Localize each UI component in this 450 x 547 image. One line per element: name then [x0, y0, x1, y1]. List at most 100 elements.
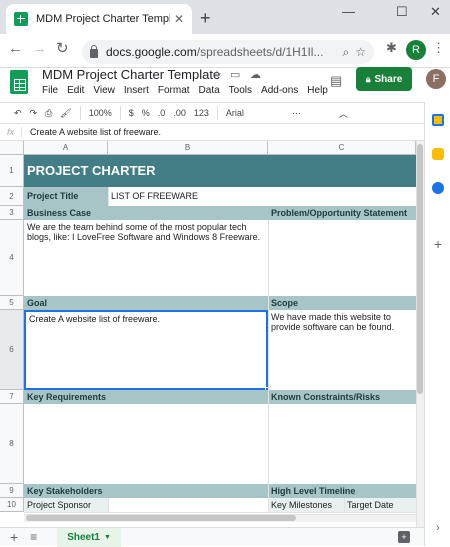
expand-panel-icon[interactable]: › — [436, 522, 440, 534]
more-icon[interactable]: ⋯ — [292, 108, 301, 119]
reload-icon[interactable]: ↻ — [56, 39, 69, 57]
zoom-icon[interactable]: ⌕ — [343, 45, 350, 60]
column-header-b[interactable]: B — [108, 141, 268, 155]
sheets-logo-icon[interactable] — [10, 70, 28, 94]
menu-tools[interactable]: Tools — [229, 85, 252, 96]
tasks-icon[interactable] — [432, 182, 444, 194]
zoom-select[interactable]: 100% — [89, 108, 112, 118]
paint-format-icon[interactable]: 🖌︎ — [60, 108, 71, 119]
horizontal-scroll-thumb[interactable] — [26, 515, 296, 521]
document-title[interactable]: MDM Project Charter Template — [42, 67, 220, 82]
explore-icon[interactable]: + — [398, 531, 410, 543]
row-header-2[interactable]: 2 — [0, 187, 24, 206]
font-select[interactable]: Arial — [226, 108, 244, 118]
url-text: docs.google.com/spreadsheets/d/1H1Il... — [106, 45, 324, 59]
row-header-10[interactable]: 10 — [0, 498, 24, 512]
cell-project-title-value[interactable]: LIST OF FREEWARE — [108, 187, 416, 206]
formula-bar[interactable]: fx Create A website list of freeware. — [0, 124, 424, 141]
row-header-6[interactable]: 6 — [0, 310, 24, 390]
forward-icon[interactable]: → — [32, 40, 47, 57]
user-avatar[interactable]: F — [426, 69, 446, 89]
cell-constraints-text[interactable] — [268, 404, 416, 484]
side-panel — [424, 102, 450, 546]
cell-project-sponsor[interactable]: Project Sponsor — [24, 498, 108, 512]
all-sheets-icon[interactable]: ≡ — [30, 530, 37, 544]
collapse-chevron-icon[interactable]: ︿ — [339, 107, 348, 120]
new-tab-button[interactable]: + — [200, 8, 211, 29]
add-sheet-icon[interactable]: + — [10, 529, 18, 545]
window-close-icon[interactable]: ✕ — [430, 4, 441, 20]
share-button[interactable]: 🔒︎ Share — [356, 67, 412, 91]
chrome-menu-icon[interactable]: ⋮ — [432, 40, 445, 56]
redo-icon[interactable]: ↷ — [30, 108, 38, 119]
menu-view[interactable]: View — [93, 85, 115, 96]
calendar-icon[interactable] — [432, 114, 444, 126]
cell-scope-text[interactable]: We have made this website to provide sof… — [268, 310, 416, 390]
row-header-8[interactable]: 8 — [0, 404, 24, 484]
cell-problem-statement-header[interactable]: Problem/Opportunity Statement — [268, 206, 416, 220]
menu-format[interactable]: Format — [158, 85, 190, 96]
add-addon-icon[interactable]: + — [434, 236, 442, 252]
row-header-7[interactable]: 7 — [0, 390, 24, 404]
url-omnibox[interactable]: docs.google.com/spreadsheets/d/1H1Il... … — [82, 40, 374, 64]
vertical-scroll-thumb[interactable] — [417, 144, 423, 394]
currency-button[interactable]: $ — [129, 108, 134, 118]
close-tab-icon[interactable]: ✕ — [174, 12, 184, 26]
cell-timeline-header[interactable]: High Level Timeline — [268, 484, 416, 498]
browser-profile-avatar[interactable]: R — [406, 40, 426, 60]
sheets-favicon-icon — [14, 12, 28, 26]
tab-title: MDM Project Charter Template - — [36, 13, 170, 25]
cell-scope-header[interactable]: Scope — [268, 296, 416, 310]
cell-target-date[interactable]: Target Date — [344, 498, 416, 512]
extensions-icon[interactable]: ✱ — [386, 40, 397, 56]
menu-addons[interactable]: Add-ons — [261, 85, 298, 96]
menu-insert[interactable]: Insert — [124, 85, 149, 96]
menu-data[interactable]: Data — [199, 85, 220, 96]
cell-business-case-header[interactable]: Business Case — [24, 206, 268, 220]
star-icon[interactable]: ☆ — [212, 68, 222, 81]
undo-icon[interactable]: ↶ — [14, 108, 22, 119]
print-icon[interactable]: ⎙ — [45, 108, 52, 119]
select-all-corner[interactable] — [0, 141, 24, 155]
browser-tab[interactable]: MDM Project Charter Template - ✕ — [6, 4, 192, 34]
sheet-tab-label: Sheet1 — [67, 531, 100, 543]
sheet-tab-sheet1[interactable]: Sheet1 ▼ — [57, 527, 121, 547]
row-header-5[interactable]: 5 — [0, 296, 24, 310]
row-header-3[interactable]: 3 — [0, 206, 24, 220]
formula-text[interactable]: Create A website list of freeware. — [30, 127, 161, 137]
percent-button[interactable]: % — [142, 108, 150, 118]
row-header-9[interactable]: 9 — [0, 484, 24, 498]
menu-file[interactable]: File — [42, 85, 58, 96]
toolbar: ↶ ↷ ⎙ 🖌︎ 100% $ % .0 .00 123 Arial ⋯ ︿ — [0, 102, 424, 124]
cell-problem-statement-text[interactable] — [268, 220, 416, 296]
bookmark-star-icon[interactable]: ☆ — [355, 45, 366, 59]
decrease-decimal-button[interactable]: .0 — [158, 108, 166, 118]
column-header-a[interactable]: A — [24, 141, 108, 155]
back-icon[interactable]: ← — [8, 40, 23, 57]
gridline — [268, 220, 269, 512]
comments-icon[interactable]: ▤ — [330, 73, 342, 89]
cell-key-milestones[interactable]: Key Milestones — [268, 498, 344, 512]
move-folder-icon[interactable]: ▭ — [230, 68, 240, 81]
cell-project-sponsor-value[interactable] — [108, 498, 268, 512]
column-header-c[interactable]: C — [268, 141, 416, 155]
maximize-icon[interactable]: ☐ — [396, 4, 408, 20]
increase-decimal-button[interactable]: .00 — [173, 108, 186, 118]
cell-goal-header[interactable]: Goal — [24, 296, 268, 310]
cell-constraints-header[interactable]: Known Constraints/Risks — [268, 390, 416, 404]
minimize-icon[interactable]: — — [342, 4, 355, 19]
menu-help[interactable]: Help — [307, 85, 328, 96]
cell-stakeholders-header[interactable]: Key Stakeholders — [24, 484, 268, 498]
keep-icon[interactable] — [432, 148, 444, 160]
fx-icon: fx — [0, 127, 22, 137]
row-header-4[interactable]: 4 — [0, 220, 24, 296]
cell-business-case-text[interactable]: We are the team behind some of the most … — [24, 220, 268, 296]
cell-key-requirements-text[interactable] — [24, 404, 268, 484]
row-header-1[interactable]: 1 — [0, 155, 24, 187]
cell-goal-text-selected[interactable]: Create A website list of freeware. — [24, 310, 268, 390]
menu-edit[interactable]: Edit — [67, 85, 84, 96]
cell-key-requirements-header[interactable]: Key Requirements — [24, 390, 268, 404]
cell-project-title-label[interactable]: Project Title — [24, 187, 108, 206]
cell-project-charter-title[interactable]: PROJECT CHARTER — [24, 155, 416, 187]
number-format-select[interactable]: 123 — [194, 108, 209, 118]
